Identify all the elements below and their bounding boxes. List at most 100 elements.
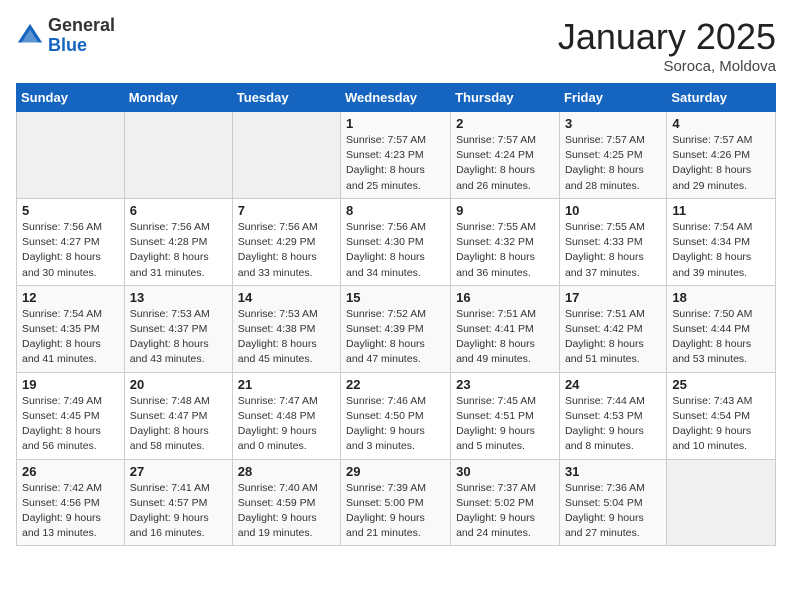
day-info: Sunrise: 7:43 AM Sunset: 4:54 PM Dayligh… [672, 394, 770, 455]
day-info: Sunrise: 7:54 AM Sunset: 4:34 PM Dayligh… [672, 220, 770, 281]
day-cell: 4 Sunrise: 7:57 AM Sunset: 4:26 PM Daylig… [667, 112, 776, 199]
weekday-header-wednesday: Wednesday [341, 84, 451, 112]
day-cell [667, 459, 776, 546]
day-info: Sunrise: 7:50 AM Sunset: 4:44 PM Dayligh… [672, 307, 770, 368]
weekday-header-sunday: Sunday [17, 84, 125, 112]
day-info: Sunrise: 7:41 AM Sunset: 4:57 PM Dayligh… [130, 481, 227, 542]
day-cell: 2Sunrise: 7:57 AM Sunset: 4:24 PM Daylig… [451, 112, 560, 199]
day-cell: 25 Sunrise: 7:43 AM Sunset: 4:54 PM Dayli… [667, 372, 776, 459]
day-number: 24 [565, 377, 661, 392]
day-number: 31 [565, 464, 661, 479]
week-row-2: 5 Sunrise: 7:56 AM Sunset: 4:27 PM Daylig… [17, 198, 776, 285]
weekday-header-row: SundayMondayTuesdayWednesdayThursdayFrid… [17, 84, 776, 112]
logo-blue-text: Blue [48, 35, 87, 55]
day-info: Sunrise: 7:49 AM Sunset: 4:45 PM Dayligh… [22, 394, 119, 455]
day-cell: 19 Sunrise: 7:49 AM Sunset: 4:45 PM Dayli… [17, 372, 125, 459]
day-info: Sunrise: 7:55 AM Sunset: 4:33 PM Dayligh… [565, 220, 661, 281]
day-number: 15 [346, 290, 445, 305]
day-number: 12 [22, 290, 119, 305]
day-cell: 27 Sunrise: 7:41 AM Sunset: 4:57 PM Dayli… [124, 459, 232, 546]
day-cell [232, 112, 340, 199]
day-number: 23 [456, 377, 554, 392]
day-cell: 21 Sunrise: 7:47 AM Sunset: 4:48 PM Dayli… [232, 372, 340, 459]
logo: General Blue [16, 16, 115, 56]
day-info: Sunrise: 7:36 AM Sunset: 5:04 PM Dayligh… [565, 481, 661, 542]
day-info: Sunrise: 7:51 AM Sunset: 4:42 PM Dayligh… [565, 307, 661, 368]
day-info: Sunrise: 7:51 AM Sunset: 4:41 PM Dayligh… [456, 307, 554, 368]
day-cell: 6Sunrise: 7:56 AM Sunset: 4:28 PM Daylig… [124, 198, 232, 285]
day-number: 20 [130, 377, 227, 392]
location: Soroca, Moldova [558, 58, 776, 75]
day-info: Sunrise: 7:53 AM Sunset: 4:37 PM Dayligh… [130, 307, 227, 368]
day-number: 25 [672, 377, 770, 392]
day-cell: 30Sunrise: 7:37 AM Sunset: 5:02 PM Dayli… [451, 459, 560, 546]
day-info: Sunrise: 7:44 AM Sunset: 4:53 PM Dayligh… [565, 394, 661, 455]
day-info: Sunrise: 7:40 AM Sunset: 4:59 PM Dayligh… [238, 481, 335, 542]
day-cell: 29 Sunrise: 7:39 AM Sunset: 5:00 PM Dayli… [341, 459, 451, 546]
day-number: 11 [672, 203, 770, 218]
day-number: 5 [22, 203, 119, 218]
day-cell: 18 Sunrise: 7:50 AM Sunset: 4:44 PM Dayli… [667, 285, 776, 372]
day-number: 30 [456, 464, 554, 479]
day-number: 29 [346, 464, 445, 479]
day-number: 9 [456, 203, 554, 218]
day-cell: 26Sunrise: 7:42 AM Sunset: 4:56 PM Dayli… [17, 459, 125, 546]
day-number: 18 [672, 290, 770, 305]
day-cell: 3 Sunrise: 7:57 AM Sunset: 4:25 PM Daylig… [559, 112, 666, 199]
day-number: 19 [22, 377, 119, 392]
day-info: Sunrise: 7:46 AM Sunset: 4:50 PM Dayligh… [346, 394, 445, 455]
day-cell: 5 Sunrise: 7:56 AM Sunset: 4:27 PM Daylig… [17, 198, 125, 285]
day-info: Sunrise: 7:39 AM Sunset: 5:00 PM Dayligh… [346, 481, 445, 542]
month-title: January 2025 [558, 16, 776, 58]
day-info: Sunrise: 7:56 AM Sunset: 4:27 PM Dayligh… [22, 220, 119, 281]
day-info: Sunrise: 7:47 AM Sunset: 4:48 PM Dayligh… [238, 394, 335, 455]
day-info: Sunrise: 7:57 AM Sunset: 4:25 PM Dayligh… [565, 133, 661, 194]
weekday-header-friday: Friday [559, 84, 666, 112]
day-cell: 31 Sunrise: 7:36 AM Sunset: 5:04 PM Dayli… [559, 459, 666, 546]
day-info: Sunrise: 7:56 AM Sunset: 4:28 PM Dayligh… [130, 220, 227, 281]
day-cell [17, 112, 125, 199]
day-info: Sunrise: 7:45 AM Sunset: 4:51 PM Dayligh… [456, 394, 554, 455]
day-info: Sunrise: 7:55 AM Sunset: 4:32 PM Dayligh… [456, 220, 554, 281]
weekday-header-tuesday: Tuesday [232, 84, 340, 112]
day-info: Sunrise: 7:56 AM Sunset: 4:30 PM Dayligh… [346, 220, 445, 281]
day-info: Sunrise: 7:57 AM Sunset: 4:26 PM Dayligh… [672, 133, 770, 194]
week-row-4: 19 Sunrise: 7:49 AM Sunset: 4:45 PM Dayli… [17, 372, 776, 459]
logo-icon [16, 22, 44, 50]
weekday-header-thursday: Thursday [451, 84, 560, 112]
day-number: 28 [238, 464, 335, 479]
day-cell [124, 112, 232, 199]
day-cell: 8Sunrise: 7:56 AM Sunset: 4:30 PM Daylig… [341, 198, 451, 285]
day-number: 4 [672, 116, 770, 131]
day-number: 7 [238, 203, 335, 218]
day-number: 3 [565, 116, 661, 131]
day-number: 13 [130, 290, 227, 305]
day-cell: 20 Sunrise: 7:48 AM Sunset: 4:47 PM Dayli… [124, 372, 232, 459]
day-cell: 14Sunrise: 7:53 AM Sunset: 4:38 PM Dayli… [232, 285, 340, 372]
header: General Blue January 2025 Soroca, Moldov… [16, 16, 776, 75]
day-info: Sunrise: 7:57 AM Sunset: 4:24 PM Dayligh… [456, 133, 554, 194]
day-info: Sunrise: 7:48 AM Sunset: 4:47 PM Dayligh… [130, 394, 227, 455]
week-row-1: 1Sunrise: 7:57 AM Sunset: 4:23 PM Daylig… [17, 112, 776, 199]
calendar: SundayMondayTuesdayWednesdayThursdayFrid… [16, 83, 776, 546]
day-info: Sunrise: 7:56 AM Sunset: 4:29 PM Dayligh… [238, 220, 335, 281]
day-cell: 1Sunrise: 7:57 AM Sunset: 4:23 PM Daylig… [341, 112, 451, 199]
day-cell: 24 Sunrise: 7:44 AM Sunset: 4:53 PM Dayli… [559, 372, 666, 459]
week-row-3: 12 Sunrise: 7:54 AM Sunset: 4:35 PM Dayli… [17, 285, 776, 372]
day-number: 16 [456, 290, 554, 305]
day-info: Sunrise: 7:57 AM Sunset: 4:23 PM Dayligh… [346, 133, 445, 194]
title-area: January 2025 Soroca, Moldova [558, 16, 776, 75]
day-cell: 13 Sunrise: 7:53 AM Sunset: 4:37 PM Dayli… [124, 285, 232, 372]
day-cell: 9 Sunrise: 7:55 AM Sunset: 4:32 PM Daylig… [451, 198, 560, 285]
day-number: 21 [238, 377, 335, 392]
weekday-header-saturday: Saturday [667, 84, 776, 112]
day-cell: 10Sunrise: 7:55 AM Sunset: 4:33 PM Dayli… [559, 198, 666, 285]
day-cell: 16 Sunrise: 7:51 AM Sunset: 4:41 PM Dayli… [451, 285, 560, 372]
day-cell: 11 Sunrise: 7:54 AM Sunset: 4:34 PM Dayli… [667, 198, 776, 285]
day-number: 22 [346, 377, 445, 392]
day-number: 14 [238, 290, 335, 305]
day-cell: 17Sunrise: 7:51 AM Sunset: 4:42 PM Dayli… [559, 285, 666, 372]
day-cell: 12 Sunrise: 7:54 AM Sunset: 4:35 PM Dayli… [17, 285, 125, 372]
day-number: 27 [130, 464, 227, 479]
day-info: Sunrise: 7:54 AM Sunset: 4:35 PM Dayligh… [22, 307, 119, 368]
